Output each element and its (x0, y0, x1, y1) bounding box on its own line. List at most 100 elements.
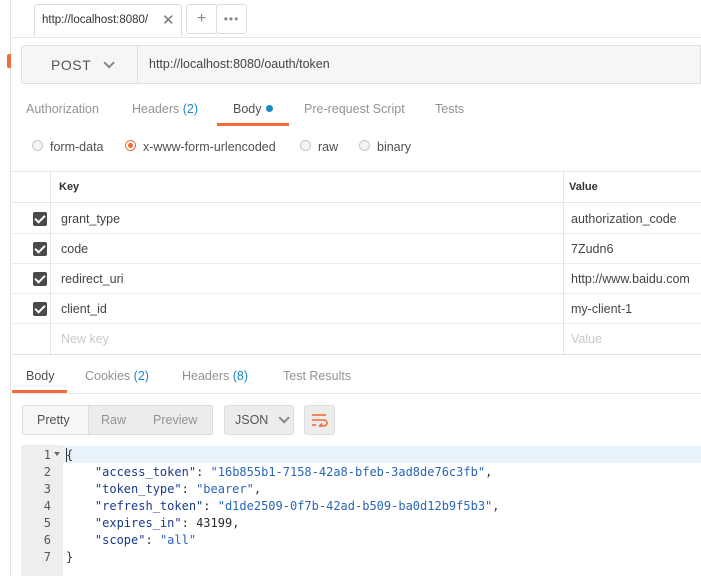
tab-label: Headers (132, 102, 180, 116)
radio-label: form-data (50, 140, 104, 154)
divider (12, 393, 701, 394)
fold-arrow-icon[interactable] (54, 452, 60, 456)
tab-label: Test Results (283, 369, 352, 383)
new-value-input[interactable]: Value (571, 332, 602, 346)
url-input[interactable]: http://localhost:8080/oauth/token (149, 57, 330, 71)
code-line: { (66, 448, 73, 462)
view-pretty-label[interactable]: Pretty (37, 413, 70, 427)
param-value[interactable]: authorization_code (571, 212, 677, 226)
active-tab-indicator (217, 123, 289, 126)
param-key[interactable]: code (61, 242, 88, 256)
json-comma: , (485, 465, 493, 479)
response-tab-test-results[interactable]: Test Results (283, 369, 351, 383)
params-table: Key Value grant_type authorization_code … (12, 171, 701, 355)
param-key[interactable]: redirect_uri (61, 272, 124, 286)
tab-count: (2) (182, 102, 199, 116)
checkbox-checked-icon[interactable] (33, 272, 47, 286)
request-tab-bar: http://localhost:8080/ ✕ + ••• (12, 0, 701, 38)
radio-form-data[interactable]: form-data (32, 139, 104, 154)
tab-count: (8) (232, 369, 249, 383)
param-value[interactable]: 7Zudn6 (571, 242, 613, 256)
json-value: "d1de2509-0f7b-42ad-b509-ba0d12b9f5b3" (217, 499, 493, 513)
checkbox-checked-icon[interactable] (33, 302, 47, 316)
plus-icon: + (196, 10, 207, 27)
close-icon[interactable]: ✕ (162, 11, 175, 29)
tab-label: Cookies (85, 369, 131, 383)
code-line: "scope": "all" (94, 533, 197, 547)
json-value: "all" (159, 533, 197, 547)
param-key[interactable]: client_id (61, 302, 107, 316)
code-line: "expires_in": 43199, (94, 516, 240, 530)
line-number: 1 (43, 448, 51, 462)
code-brace: { (66, 448, 74, 462)
column-header-value: Value (569, 181, 598, 193)
method-select[interactable]: POST (22, 46, 138, 83)
tab-label: Authorization (26, 102, 99, 116)
request-tab-title: http://localhost:8080/ (42, 14, 149, 26)
table-header: Key Value (12, 172, 701, 203)
chevron-down-icon (103, 56, 115, 69)
table-row: code 7Zudn6 (12, 234, 701, 264)
tab-pre-request-script[interactable]: Pre-request Script (304, 102, 405, 116)
code-line: "access_token": "16b855b1-7158-42a8-bfeb… (94, 465, 493, 479)
json-value: 43199 (196, 516, 233, 530)
format-select[interactable]: JSON (224, 405, 294, 435)
json-key: "refresh_token" (94, 499, 204, 513)
json-key: "token_type" (94, 482, 182, 496)
radio-icon (300, 139, 311, 151)
checkbox-checked-icon[interactable] (33, 242, 47, 256)
line-number: 7 (43, 550, 51, 564)
chevron-down-icon (278, 412, 291, 424)
more-tabs-button[interactable]: ••• (216, 4, 247, 34)
view-mode-group: Pretty Raw Preview (22, 405, 213, 435)
response-divider[interactable] (12, 354, 701, 355)
radio-icon (359, 139, 370, 151)
view-raw-button[interactable]: Raw (101, 413, 126, 427)
json-value: "bearer" (196, 482, 254, 496)
line-number: 4 (43, 499, 51, 513)
tab-authorization[interactable]: Authorization (26, 102, 99, 116)
response-tab-headers[interactable]: Headers (8) (182, 369, 248, 383)
json-comma: , (253, 482, 262, 496)
url-bar: POST http://localhost:8080/oauth/token (21, 45, 701, 84)
table-row: grant_type authorization_code (12, 204, 701, 234)
tab-headers[interactable]: Headers (2) (132, 102, 198, 116)
modified-dot-icon (265, 105, 273, 112)
json-key: "access_token" (94, 465, 197, 479)
ellipsis-icon: ••• (223, 12, 240, 26)
line-number: 3 (43, 482, 51, 496)
json-value: "16b855b1-7158-42a8-bfeb-3ad8de76c3fb" (210, 465, 486, 479)
new-tab-button[interactable]: + (186, 4, 217, 34)
tab-label: Body (233, 102, 262, 116)
tab-body[interactable]: Body (233, 102, 273, 116)
tab-label: Body (26, 369, 55, 383)
tab-tests[interactable]: Tests (435, 102, 464, 116)
active-line-highlight (63, 446, 701, 463)
table-row: client_id my-client-1 (12, 294, 701, 324)
column-header-key: Key (59, 181, 80, 193)
column-divider (563, 172, 564, 355)
request-tab[interactable]: http://localhost:8080/ ✕ (34, 4, 182, 37)
checkbox-checked-icon[interactable] (33, 212, 47, 226)
json-comma: , (492, 499, 500, 513)
tab-label: Tests (435, 102, 465, 116)
view-preview-button[interactable]: Preview (153, 413, 197, 427)
tab-label: Pre-request Script (304, 102, 405, 116)
code-line: "token_type": "bearer", (94, 482, 262, 496)
radio-x-www-form-urlencoded[interactable]: x-www-form-urlencoded (125, 139, 276, 154)
param-value[interactable]: http://www.baidu.com (571, 272, 690, 286)
tab-label: Headers (182, 369, 230, 383)
radio-binary[interactable]: binary (359, 139, 411, 154)
new-key-input[interactable]: New key (61, 332, 109, 346)
param-key[interactable]: grant_type (61, 212, 120, 226)
code-line: } (66, 550, 73, 564)
radio-raw[interactable]: raw (300, 139, 338, 154)
param-value[interactable]: my-client-1 (571, 302, 632, 316)
left-panel-edge (0, 0, 11, 576)
line-number: 6 (43, 533, 51, 547)
json-key: "scope" (94, 533, 146, 547)
wrap-lines-button[interactable] (304, 405, 335, 435)
response-tab-cookies[interactable]: Cookies (2) (85, 369, 149, 383)
response-tab-body[interactable]: Body (26, 369, 55, 383)
radio-icon (32, 139, 43, 151)
